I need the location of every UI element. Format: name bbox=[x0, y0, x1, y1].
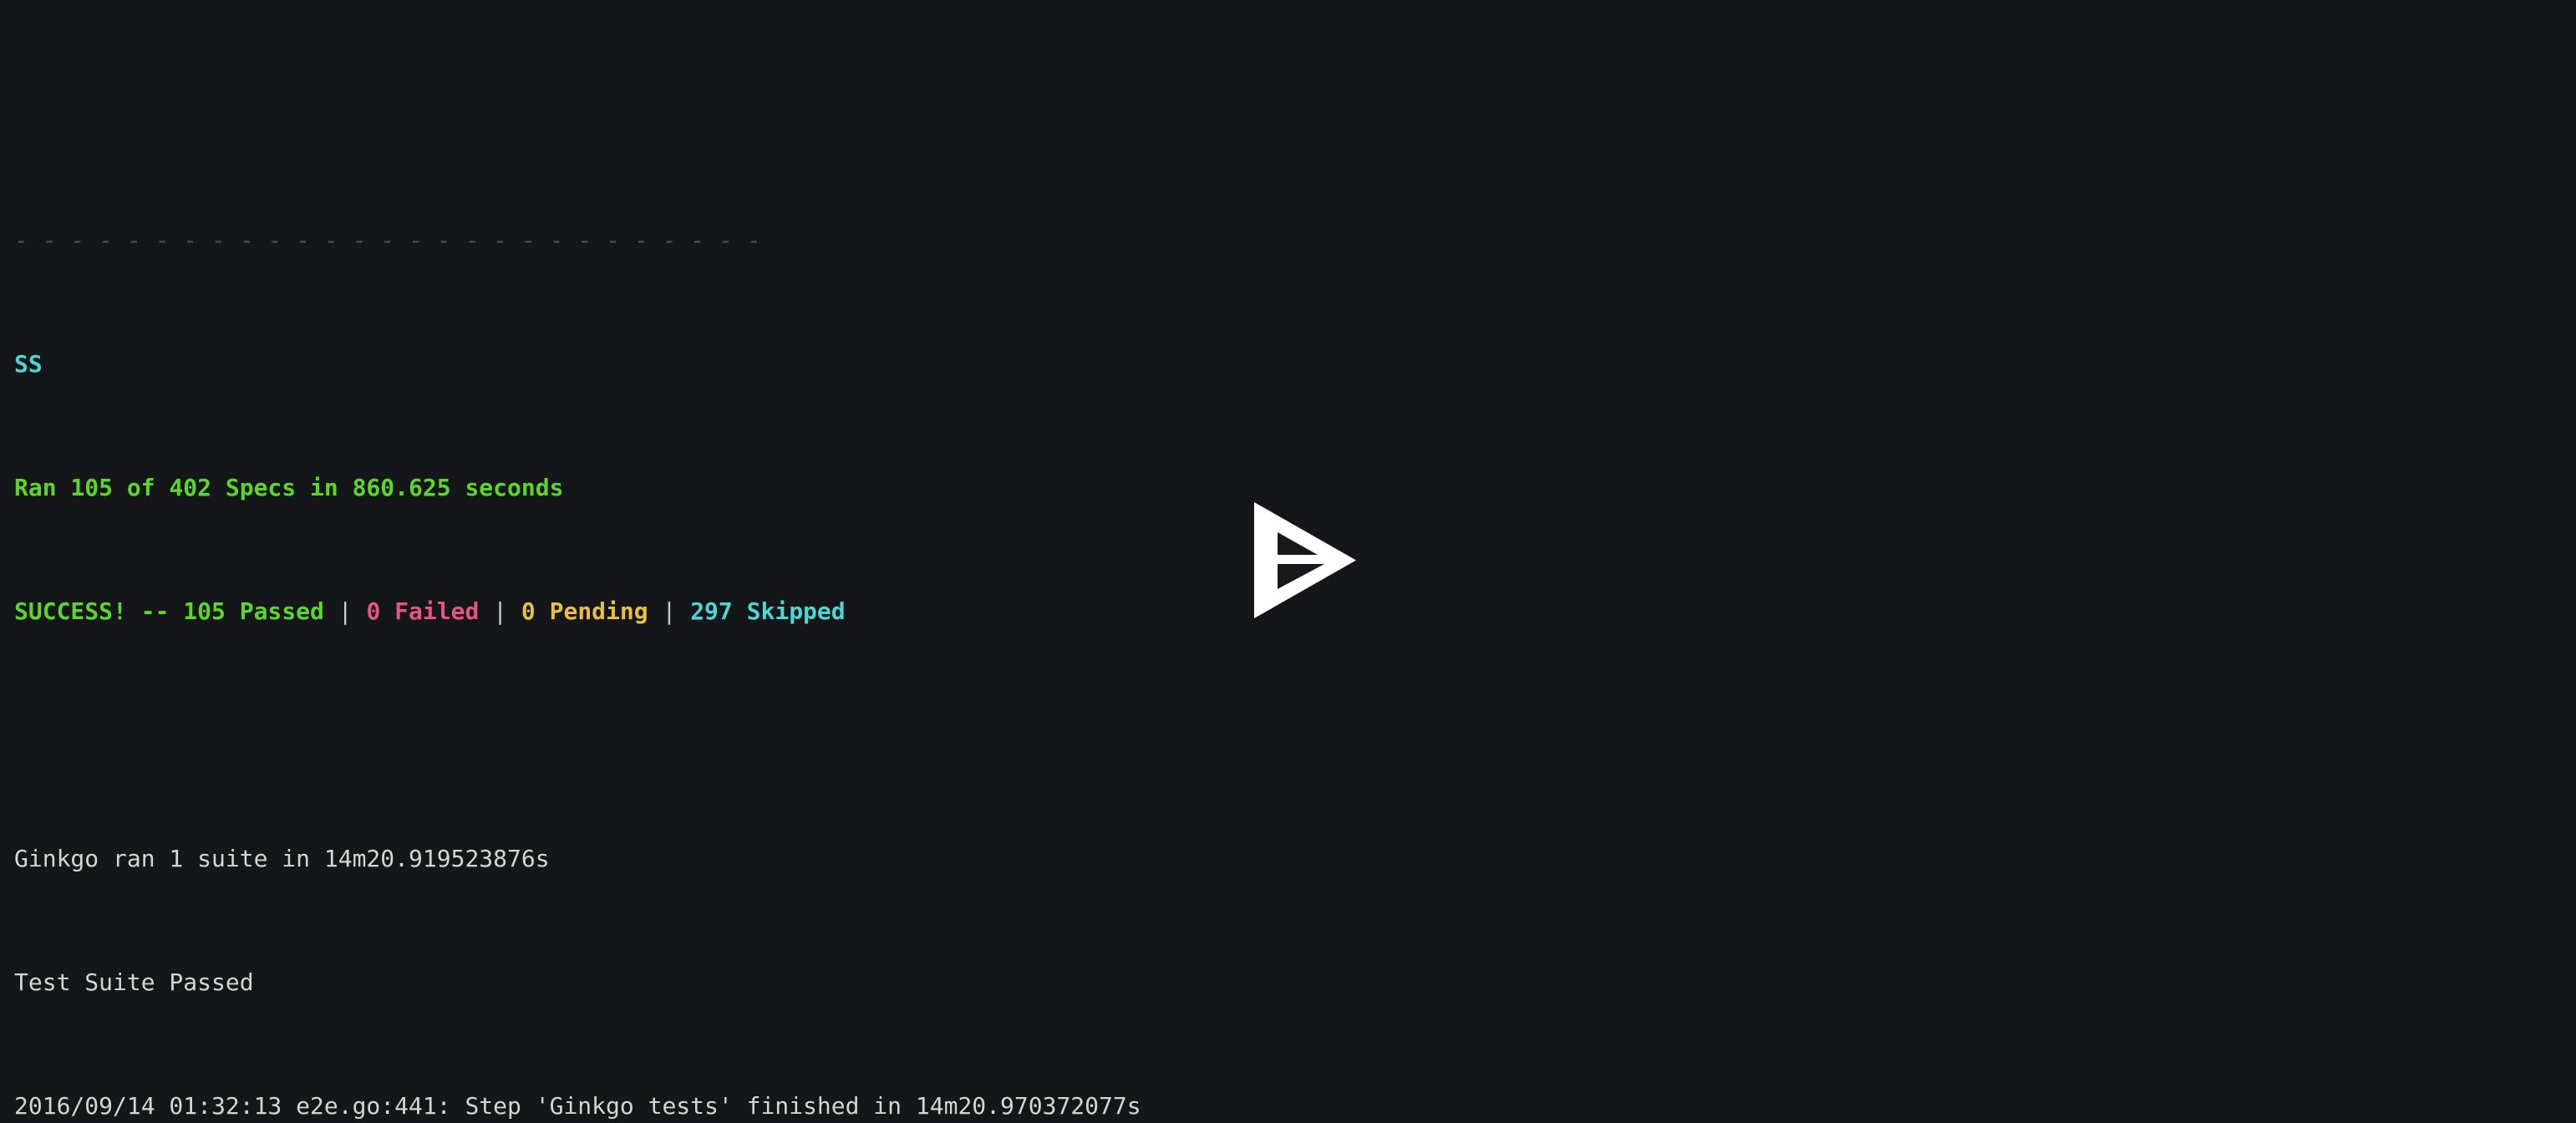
summary-separator-2: | bbox=[493, 597, 521, 625]
skip-markers-line: SS bbox=[14, 348, 2576, 379]
test-suite-passed-line: Test Suite Passed bbox=[14, 967, 2576, 998]
e2e-step-text: 2016/09/14 01:32:13 e2e.go:441: Step 'Gi… bbox=[14, 1092, 1141, 1120]
success-passed-text: SUCCESS! -- 105 Passed bbox=[14, 597, 338, 625]
failed-count-text: 0 Failed bbox=[366, 597, 494, 625]
terminal-screen[interactable]: - - - - - - - - - - - - - - - - - - - - … bbox=[0, 0, 2576, 1123]
skipped-count-text: 297 Skipped bbox=[690, 597, 846, 625]
dashes-text: - - - - - - - - - - - - - - - - - - - - … bbox=[14, 226, 761, 254]
ran-specs-text: Ran 105 of 402 Specs in 860.625 seconds bbox=[14, 474, 564, 501]
ginkgo-suite-line: Ginkgo ran 1 suite in 14m20.919523876s bbox=[14, 843, 2576, 874]
pending-count-text: 0 Pending bbox=[521, 597, 663, 625]
summary-separator-1: | bbox=[338, 597, 367, 625]
e2e-step-line: 2016/09/14 01:32:13 e2e.go:441: Step 'Gi… bbox=[14, 1090, 2576, 1121]
play-button[interactable] bbox=[1254, 502, 1356, 619]
separator-dashes: - - - - - - - - - - - - - - - - - - - - … bbox=[14, 225, 2576, 256]
summary-separator-3: | bbox=[662, 597, 691, 625]
play-icon bbox=[1254, 502, 1356, 618]
test-suite-passed-text: Test Suite Passed bbox=[14, 968, 254, 996]
ran-specs-line: Ran 105 of 402 Specs in 860.625 seconds bbox=[14, 472, 2576, 503]
ginkgo-suite-text: Ginkgo ran 1 suite in 14m20.919523876s bbox=[14, 845, 550, 872]
skip-markers: SS bbox=[14, 350, 43, 378]
